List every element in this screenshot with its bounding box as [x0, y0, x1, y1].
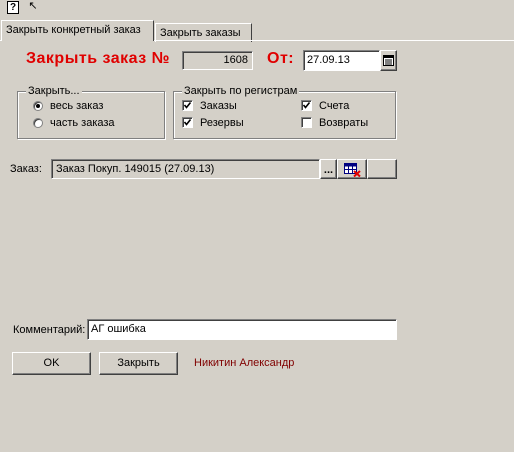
order-browse-button[interactable]: ...: [320, 159, 337, 179]
user-name: Никитин Александр: [194, 357, 295, 369]
order-number-field: 1608: [182, 51, 253, 70]
radio-whole-order[interactable]: [33, 101, 43, 111]
date-input[interactable]: 27.09.13: [303, 50, 380, 71]
checkbox-invoices[interactable]: [301, 100, 312, 111]
calendar-button[interactable]: [380, 50, 397, 71]
order-label: Заказ:: [10, 163, 42, 175]
calendar-icon: [383, 55, 394, 66]
check-icon: [183, 119, 192, 126]
from-label: От:: [267, 50, 295, 67]
pointer-help-icon[interactable]: ↖: [26, 0, 40, 13]
checkbox-orders[interactable]: [182, 100, 193, 111]
tab-close-specific-order[interactable]: Закрыть конкретный заказ: [1, 20, 154, 41]
comment-label: Комментарий:: [13, 324, 86, 336]
checkbox-orders-label: Заказы: [200, 100, 237, 112]
check-icon: [302, 102, 311, 109]
ok-button[interactable]: OK: [12, 352, 91, 375]
checkbox-returns-label: Возвраты: [319, 117, 369, 129]
close-scope-title: Закрыть...: [26, 85, 82, 97]
clear-table-icon: [344, 163, 361, 177]
comment-input[interactable]: АГ ошибка: [87, 319, 397, 340]
radio-part-order-label: часть заказа: [50, 117, 115, 129]
radio-part-order[interactable]: [33, 118, 43, 128]
radio-whole-order-label: весь заказ: [50, 100, 104, 112]
registers-group: Закрыть по регистрам: [173, 85, 396, 139]
check-icon: [183, 102, 192, 109]
checkbox-reserves-label: Резервы: [200, 117, 244, 129]
order-clear-button[interactable]: [337, 159, 367, 179]
checkbox-invoices-label: Счета: [319, 100, 350, 112]
help-icon[interactable]: ?: [7, 1, 19, 14]
close-scope-group: Закрыть...: [17, 85, 165, 139]
close-button[interactable]: Закрыть: [99, 352, 178, 375]
order-field[interactable]: Заказ Покуп. 149015 (27.09.13): [51, 159, 320, 179]
checkbox-returns[interactable]: [301, 117, 312, 128]
checkbox-reserves[interactable]: [182, 117, 193, 128]
page-title: Закрыть заказ №: [26, 50, 170, 67]
registers-group-title: Закрыть по регистрам: [182, 85, 300, 97]
order-open-button[interactable]: [367, 159, 397, 179]
